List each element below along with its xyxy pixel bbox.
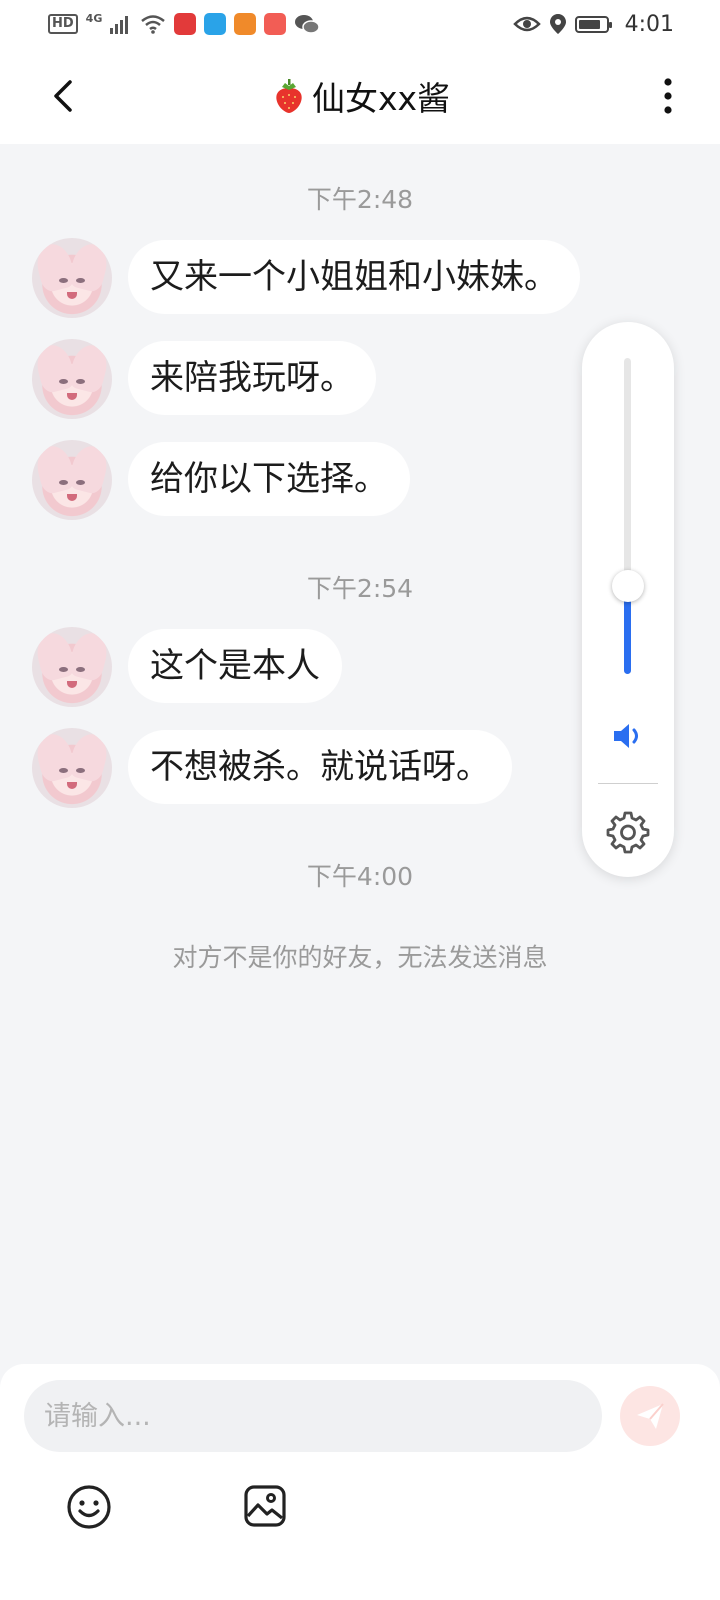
- message-bubble[interactable]: 给你以下选择。: [128, 442, 410, 516]
- message-input[interactable]: [24, 1380, 602, 1452]
- hd-badge: HD: [48, 14, 78, 34]
- message-bubble[interactable]: 这个是本人: [128, 629, 342, 703]
- chat-title: 仙女xx酱: [311, 79, 451, 118]
- message-row: 这个是本人: [32, 627, 342, 707]
- message-row: 不想被杀。就说话呀。: [32, 728, 512, 808]
- eye-icon: [512, 16, 541, 32]
- avatar[interactable]: [32, 339, 112, 419]
- network-type: 4G: [85, 11, 103, 25]
- image-icon[interactable]: [243, 1484, 287, 1528]
- location-icon: [549, 14, 566, 34]
- avatar[interactable]: [32, 728, 112, 808]
- more-vertical-icon[interactable]: [656, 76, 680, 116]
- app-icon-3: [234, 13, 257, 35]
- status-time: 4:01: [624, 11, 674, 37]
- app-icon-1: [174, 13, 197, 35]
- signal-icon: [110, 16, 129, 34]
- gear-icon[interactable]: [606, 810, 650, 854]
- volume-slider-thumb[interactable]: [612, 570, 644, 602]
- speaker-icon[interactable]: [610, 718, 646, 754]
- back-chevron-icon[interactable]: [44, 76, 84, 116]
- wifi-icon: [141, 15, 166, 34]
- status-bar-left: HD 4G: [48, 11, 321, 35]
- status-bar-right: 4:01: [512, 11, 674, 37]
- message-row: 给你以下选择。: [32, 440, 410, 520]
- message-bubble[interactable]: 又来一个小姐姐和小妹妹。: [128, 240, 580, 314]
- message-row: 来陪我玩呀。: [32, 339, 376, 419]
- message-bubble[interactable]: 来陪我玩呀。: [128, 341, 376, 415]
- volume-panel: [582, 322, 674, 877]
- app-icon-2: [204, 13, 227, 35]
- volume-divider: [598, 783, 658, 784]
- message-row: 又来一个小姐姐和小妹妹。: [32, 238, 580, 318]
- send-button[interactable]: [620, 1386, 680, 1446]
- emoji-icon[interactable]: [66, 1484, 112, 1530]
- not-friend-notice: 对方不是你的好友，无法发送消息: [172, 943, 548, 972]
- avatar[interactable]: [32, 627, 112, 707]
- chat-header: 仙女xx酱: [0, 48, 720, 144]
- composer: [0, 1364, 720, 1600]
- page-title: 仙女xx酱: [270, 72, 450, 120]
- avatar[interactable]: [32, 238, 112, 318]
- battery-icon: [574, 15, 612, 33]
- app-icon-4: [264, 13, 287, 35]
- volume-slider[interactable]: [624, 358, 631, 674]
- status-bar: HD 4G 4:01: [0, 0, 720, 48]
- timestamp: 下午2:48: [306, 185, 414, 214]
- message-bubble[interactable]: 不想被杀。就说话呀。: [128, 730, 512, 804]
- strawberry-icon: [276, 79, 302, 113]
- wechat-icon: [295, 15, 321, 34]
- send-icon: [637, 1403, 664, 1429]
- avatar[interactable]: [32, 440, 112, 520]
